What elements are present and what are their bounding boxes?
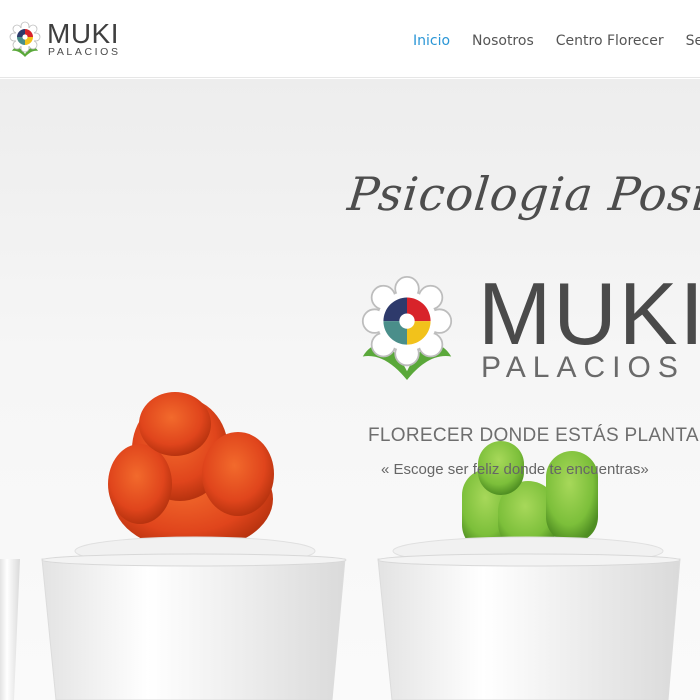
hero-banner: Psicologia Positiva MUKI PALACIOS FLOREC…	[0, 79, 700, 700]
logo-subname: PALACIOS	[48, 46, 121, 58]
main-nav: Inicio Nosotros Centro Florecer Se	[413, 30, 700, 49]
flower-logo-icon	[9, 21, 41, 57]
nav-item-inicio[interactable]: Inicio	[413, 33, 450, 49]
nav-item-nosotros[interactable]: Nosotros	[472, 33, 534, 49]
nav-item-servicios[interactable]: Se	[686, 33, 700, 49]
site-logo[interactable]: MUKI PALACIOS	[8, 18, 138, 60]
orange-cactus	[108, 392, 274, 551]
nav-item-centro-florecer[interactable]: Centro Florecer	[556, 33, 664, 49]
hero-flower-logo-icon	[361, 276, 453, 381]
hero-quote: « Escoge ser feliz donde te encuentras»	[381, 461, 649, 478]
green-cactus	[462, 441, 598, 553]
hero-logo-name: MUKI	[478, 264, 700, 363]
site-header: MUKI PALACIOS Inicio Nosotros Centro Flore…	[0, 0, 700, 78]
hero-headline: FLORECER DONDE ESTÁS PLANTADO	[368, 425, 700, 446]
hero-tagline: Psicologia Positiva	[345, 167, 700, 221]
hero-logo-subname: PALACIOS	[481, 351, 685, 384]
